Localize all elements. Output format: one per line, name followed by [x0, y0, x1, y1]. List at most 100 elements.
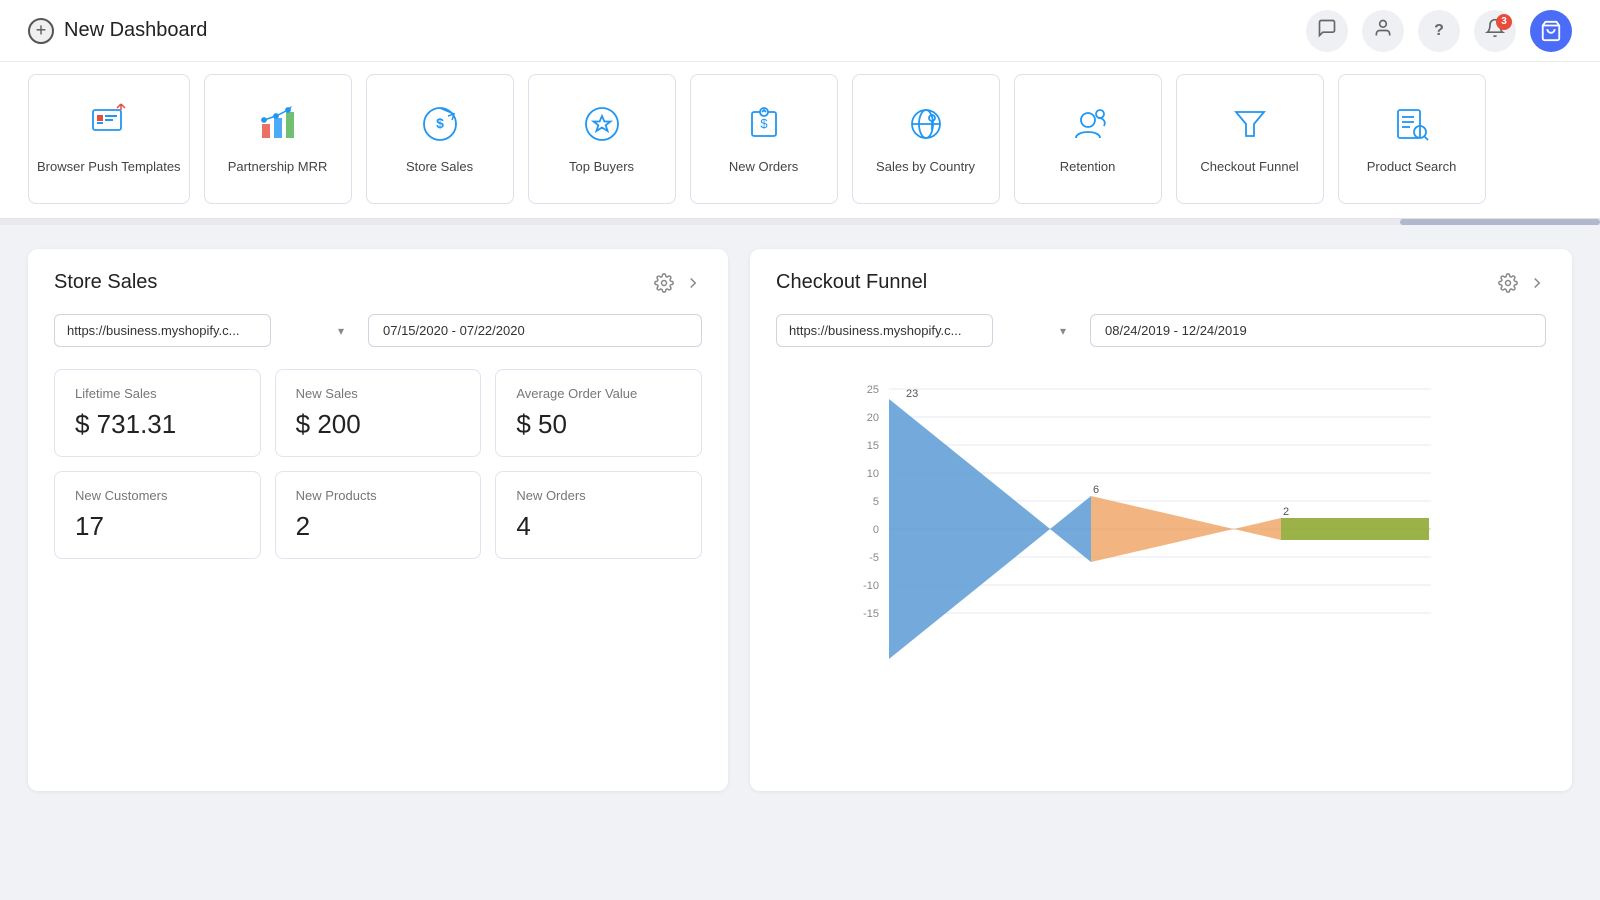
- help-button[interactable]: ?: [1418, 10, 1460, 52]
- funnel-chart-area: 25 20 15 10 5 0: [776, 369, 1546, 769]
- svg-text:-10: -10: [863, 580, 879, 592]
- store-sales-icon: $: [418, 102, 462, 151]
- notification-badge: 3: [1496, 14, 1512, 30]
- widget-card-checkout-funnel-label: Checkout Funnel: [1192, 159, 1306, 176]
- header: + New Dashboard ?: [0, 0, 1600, 62]
- store-sales-url-select[interactable]: https://business.myshopify.c...: [54, 314, 271, 347]
- funnel-segment-orange: [1091, 496, 1281, 562]
- checkout-funnel-title: Checkout Funnel: [776, 271, 927, 294]
- widget-card-top-buyers[interactable]: Top Buyers: [528, 74, 676, 204]
- scroll-indicator: [0, 219, 1600, 225]
- svg-text:5: 5: [873, 496, 879, 508]
- stat-label-new-sales: New Sales: [296, 386, 461, 401]
- stat-value-new-customers: 17: [75, 511, 240, 542]
- new-orders-icon: $: [742, 102, 786, 151]
- stat-label-new-orders: New Orders: [516, 488, 681, 503]
- store-sales-stats-grid: Lifetime Sales $ 731.31 New Sales $ 200 …: [54, 369, 702, 559]
- browser-push-icon: [87, 102, 131, 151]
- checkout-funnel-header-icons: [1498, 273, 1546, 293]
- widget-card-store-sales[interactable]: $ Store Sales: [366, 74, 514, 204]
- widget-card-new-orders[interactable]: $ New Orders: [690, 74, 838, 204]
- widget-card-retention[interactable]: Retention: [1014, 74, 1162, 204]
- stat-card-avg-order-value: Average Order Value $ 50: [495, 369, 702, 457]
- funnel-label-23: 23: [906, 388, 918, 400]
- store-sales-expand-button[interactable]: [684, 274, 702, 292]
- widget-card-browser-push-label: Browser Push Templates: [29, 159, 189, 176]
- chat-button[interactable]: [1306, 10, 1348, 52]
- widget-card-browser-push[interactable]: Browser Push Templates: [28, 74, 190, 204]
- checkout-funnel-settings-button[interactable]: [1498, 273, 1518, 293]
- user-button[interactable]: [1362, 10, 1404, 52]
- widget-card-top-buyers-label: Top Buyers: [561, 159, 642, 176]
- checkout-funnel-url-filter-wrapper: https://business.myshopify.c...: [776, 314, 1076, 347]
- svg-text:20: 20: [867, 412, 879, 424]
- partnership-mrr-icon: [256, 102, 300, 151]
- sales-by-country-icon: [904, 102, 948, 151]
- svg-text:15: 15: [867, 440, 879, 452]
- top-buyers-icon: [580, 102, 624, 151]
- funnel-label-6: 6: [1093, 484, 1099, 496]
- store-sales-settings-button[interactable]: [654, 273, 674, 293]
- checkout-funnel-panel-header: Checkout Funnel: [776, 271, 1546, 294]
- funnel-chart-svg: 25 20 15 10 5 0: [776, 369, 1546, 729]
- widget-card-sales-by-country[interactable]: Sales by Country: [852, 74, 1000, 204]
- widget-card-product-search-label: Product Search: [1359, 159, 1465, 176]
- widget-card-partnership-mrr-label: Partnership MRR: [220, 159, 336, 176]
- checkout-funnel-expand-button[interactable]: [1528, 274, 1546, 292]
- stat-card-new-orders: New Orders 4: [495, 471, 702, 559]
- store-sales-panel: Store Sales https://business.myshopify.c…: [28, 249, 728, 791]
- svg-text:-15: -15: [863, 608, 879, 620]
- funnel-label-2: 2: [1283, 506, 1289, 518]
- stat-label-new-products: New Products: [296, 488, 461, 503]
- store-sales-url-filter-wrapper: https://business.myshopify.c...: [54, 314, 354, 347]
- dashboard-content: Store Sales https://business.myshopify.c…: [0, 225, 1600, 815]
- retention-icon: [1066, 102, 1110, 151]
- stat-value-new-sales: $ 200: [296, 409, 461, 440]
- checkout-funnel-icon: [1228, 102, 1272, 151]
- stat-card-lifetime-sales: Lifetime Sales $ 731.31: [54, 369, 261, 457]
- stat-value-lifetime-sales: $ 731.31: [75, 409, 240, 440]
- svg-text:$: $: [760, 116, 768, 131]
- store-sales-header-icons: [654, 273, 702, 293]
- scroll-indicator-bar: [1400, 219, 1600, 225]
- stat-card-new-customers: New Customers 17: [54, 471, 261, 559]
- checkout-funnel-url-select[interactable]: https://business.myshopify.c...: [776, 314, 993, 347]
- svg-text:25: 25: [867, 384, 879, 396]
- stat-value-new-products: 2: [296, 511, 461, 542]
- stat-card-new-sales: New Sales $ 200: [275, 369, 482, 457]
- widget-card-new-orders-label: New Orders: [721, 159, 806, 176]
- widget-card-checkout-funnel[interactable]: Checkout Funnel: [1176, 74, 1324, 204]
- chat-icon: [1317, 18, 1337, 43]
- stat-label-new-customers: New Customers: [75, 488, 240, 503]
- notification-button[interactable]: 3: [1474, 10, 1516, 52]
- stat-label-avg-order-value: Average Order Value: [516, 386, 681, 401]
- widget-card-sales-by-country-label: Sales by Country: [868, 159, 983, 176]
- widget-card-retention-label: Retention: [1052, 159, 1124, 176]
- widget-card-product-search[interactable]: Product Search: [1338, 74, 1486, 204]
- checkout-funnel-filter-row: https://business.myshopify.c...: [776, 314, 1546, 347]
- store-sales-panel-header: Store Sales: [54, 271, 702, 294]
- store-sales-filter-row: https://business.myshopify.c...: [54, 314, 702, 347]
- avatar[interactable]: [1530, 10, 1572, 52]
- stat-value-avg-order-value: $ 50: [516, 409, 681, 440]
- widget-carousel-wrapper: Browser Push Templates Partnership MRR: [0, 62, 1600, 219]
- svg-text:$: $: [436, 115, 444, 131]
- stat-value-new-orders: 4: [516, 511, 681, 542]
- add-dashboard-button[interactable]: +: [28, 18, 54, 44]
- help-icon: ?: [1434, 22, 1444, 40]
- checkout-funnel-panel: Checkout Funnel https://business.myshopi…: [750, 249, 1572, 791]
- svg-text:10: 10: [867, 468, 879, 480]
- funnel-segment-blue: [889, 399, 1091, 659]
- header-right: ? 3: [1306, 10, 1572, 52]
- dashboard-title: New Dashboard: [64, 19, 207, 42]
- widget-card-store-sales-label: Store Sales: [398, 159, 481, 176]
- svg-text:-5: -5: [869, 552, 879, 564]
- store-sales-title: Store Sales: [54, 271, 157, 294]
- checkout-funnel-date-filter[interactable]: [1090, 314, 1546, 347]
- widget-card-partnership-mrr[interactable]: Partnership MRR: [204, 74, 352, 204]
- store-sales-date-filter[interactable]: [368, 314, 702, 347]
- header-left: + New Dashboard: [28, 18, 207, 44]
- widget-carousel: Browser Push Templates Partnership MRR: [28, 74, 1572, 218]
- user-icon: [1373, 18, 1393, 43]
- stat-label-lifetime-sales: Lifetime Sales: [75, 386, 240, 401]
